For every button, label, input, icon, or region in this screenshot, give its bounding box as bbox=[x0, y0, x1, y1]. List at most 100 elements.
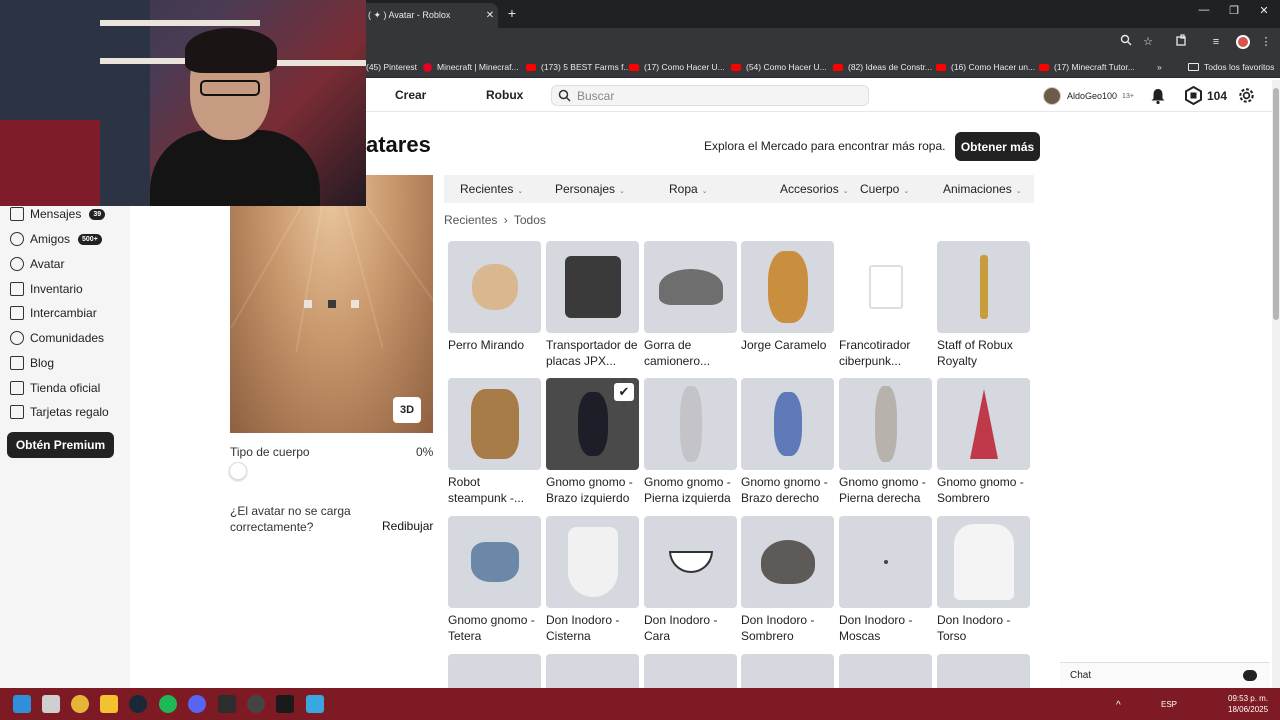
tab-accessories[interactable]: Accesorios ⌄ bbox=[780, 182, 849, 196]
sidebar-item-avatar[interactable]: Avatar bbox=[10, 255, 64, 273]
chat-toggle-icon[interactable] bbox=[1243, 670, 1257, 681]
item-tile[interactable]: Gnomo gnomo - Pierna izquierda bbox=[644, 378, 737, 506]
tab-label: Ropa bbox=[669, 182, 698, 196]
tab-body[interactable]: Cuerpo ⌄ bbox=[860, 182, 909, 196]
obs-icon[interactable] bbox=[247, 695, 265, 713]
avatar-preview-viewport[interactable]: 3D bbox=[230, 175, 433, 433]
sidebar-item-trade[interactable]: Intercambiar bbox=[10, 304, 97, 322]
item-tile[interactable] bbox=[741, 654, 834, 688]
bookmark-star-icon[interactable]: ☆ bbox=[1140, 34, 1156, 50]
all-bookmarks[interactable]: Todos los favoritos bbox=[1188, 60, 1274, 74]
sidebar-item-blog[interactable]: Blog bbox=[10, 354, 54, 372]
settings-gear-icon[interactable] bbox=[1237, 86, 1256, 105]
chrome-icon[interactable] bbox=[71, 695, 89, 713]
profile-avatar-icon[interactable] bbox=[1236, 35, 1250, 49]
toggle-3d-button[interactable]: 3D bbox=[393, 397, 421, 423]
youtube-icon bbox=[731, 63, 741, 71]
discord-icon[interactable] bbox=[188, 695, 206, 713]
get-more-button[interactable]: Obtener más bbox=[955, 132, 1040, 161]
page-scrollbar[interactable] bbox=[1272, 80, 1280, 688]
item-tile[interactable] bbox=[644, 654, 737, 688]
redraw-button[interactable]: Redibujar bbox=[382, 519, 433, 533]
bookmark-item[interactable]: (173) 5 BEST Farms f... bbox=[526, 60, 631, 74]
task-view-icon[interactable] bbox=[42, 695, 60, 713]
item-tile[interactable]: Francotirador ciberpunk... bbox=[839, 241, 932, 369]
item-tile[interactable]: Gnomo gnomo - Pierna derecha bbox=[839, 378, 932, 506]
item-tile[interactable]: Gnomo gnomo - Sombrero bbox=[937, 378, 1030, 506]
nav-create[interactable]: Crear bbox=[395, 88, 426, 102]
browser-menu-icon[interactable]: ⋮ bbox=[1258, 34, 1274, 50]
bookmarks-more-button[interactable]: » bbox=[1157, 60, 1162, 74]
user-profile-chip[interactable]: AldoGeo100 13+ bbox=[1043, 86, 1134, 106]
body-type-percent: 0% bbox=[416, 445, 434, 459]
item-tile[interactable]: Transportador de placas JPX... bbox=[546, 241, 639, 369]
windows-start-icon[interactable] bbox=[13, 695, 31, 713]
item-tile[interactable]: Gnomo gnomo - Brazo derecho bbox=[741, 378, 834, 506]
get-premium-button[interactable]: Obtén Premium bbox=[7, 432, 114, 458]
tray-chevron-icon[interactable]: ^ bbox=[1116, 700, 1121, 711]
body-type-slider[interactable] bbox=[229, 462, 247, 480]
epic-games-icon[interactable] bbox=[276, 695, 294, 713]
bookmark-item[interactable]: (45) Pinterest bbox=[366, 60, 417, 74]
bookmark-item[interactable]: (17) Como Hacer U... bbox=[629, 60, 725, 74]
restore-button[interactable]: ❐ bbox=[1224, 4, 1244, 17]
tab-animations[interactable]: Animaciones ⌄ bbox=[943, 182, 1022, 196]
tab-clothing[interactable]: Ropa ⌄ bbox=[669, 182, 708, 196]
bookmark-item[interactable]: (54) Como Hacer U... bbox=[731, 60, 827, 74]
item-tile[interactable]: Gorra de camionero... bbox=[644, 241, 737, 369]
tab-characters[interactable]: Personajes ⌄ bbox=[555, 182, 625, 196]
bookmark-item[interactable]: (82) Ideas de Constr... bbox=[833, 60, 932, 74]
item-tile[interactable] bbox=[937, 654, 1030, 688]
item-tile[interactable]: Don Inodoro - Cara bbox=[644, 516, 737, 644]
item-tile[interactable]: Staff of Robux Royalty bbox=[937, 241, 1030, 369]
reading-list-icon[interactable]: ≡ bbox=[1208, 34, 1224, 50]
item-tile[interactable]: Robot steampunk -... bbox=[448, 378, 541, 506]
close-window-button[interactable]: ✕ bbox=[1254, 4, 1274, 17]
bookmark-item[interactable]: Minecraft | Minecraf... bbox=[423, 60, 519, 74]
breadcrumb-parent[interactable]: Recientes bbox=[444, 213, 497, 227]
clock-time[interactable]: 09:53 p. m. bbox=[1228, 694, 1268, 703]
clock-date[interactable]: 18/06/2025 bbox=[1228, 705, 1268, 714]
nav-robux[interactable]: Robux bbox=[486, 88, 523, 102]
item-tile[interactable] bbox=[448, 654, 541, 688]
tab-recent[interactable]: Recientes ⌄ bbox=[460, 182, 523, 196]
sidebar-item-friends[interactable]: Amigos 500+ bbox=[10, 230, 102, 248]
spotify-icon[interactable] bbox=[159, 695, 177, 713]
robux-balance[interactable]: 104 bbox=[1184, 86, 1227, 105]
steam-icon[interactable] bbox=[129, 695, 147, 713]
item-tile[interactable] bbox=[546, 654, 639, 688]
zoom-icon[interactable] bbox=[1118, 34, 1134, 50]
photos-icon[interactable] bbox=[306, 695, 324, 713]
bookmark-item[interactable]: (16) Como Hacer un... bbox=[936, 60, 1035, 74]
item-tile[interactable]: Jorge Caramelo bbox=[741, 241, 834, 353]
item-tile[interactable]: Don Inodoro - Torso bbox=[937, 516, 1030, 644]
item-tile[interactable]: Don Inodoro - Moscas bbox=[839, 516, 932, 644]
chat-bar[interactable]: Chat bbox=[1060, 662, 1270, 688]
sidebar-item-messages[interactable]: Mensajes 39 bbox=[10, 205, 106, 223]
tab-close-icon[interactable]: ✕ bbox=[482, 10, 498, 21]
item-tile[interactable]: Perro Mirando bbox=[448, 241, 541, 353]
item-tile[interactable]: Don Inodoro - Cisterna bbox=[546, 516, 639, 644]
bookmark-item[interactable]: (17) Minecraft Tutor... bbox=[1039, 60, 1135, 74]
minimize-button[interactable]: — bbox=[1194, 4, 1214, 16]
scrollbar-thumb[interactable] bbox=[1273, 88, 1279, 320]
sidebar-item-inventory[interactable]: Inventario bbox=[10, 280, 83, 298]
new-tab-button[interactable]: + bbox=[504, 5, 520, 21]
item-thumbnail bbox=[448, 516, 541, 608]
search-input[interactable] bbox=[577, 88, 847, 103]
sidebar-item-gift-cards[interactable]: Tarjetas regalo bbox=[10, 403, 109, 421]
sidebar-item-groups[interactable]: Comunidades bbox=[10, 329, 104, 347]
item-tile[interactable]: ✔ Gnomo gnomo - Brazo izquierdo bbox=[546, 378, 639, 506]
extensions-icon[interactable] bbox=[1174, 34, 1190, 50]
item-tile[interactable]: Don Inodoro - Sombrero bbox=[741, 516, 834, 644]
language-indicator[interactable]: ESP bbox=[1161, 700, 1177, 709]
dog-head-icon bbox=[471, 264, 518, 310]
item-tile[interactable] bbox=[839, 654, 932, 688]
file-explorer-icon[interactable] bbox=[100, 695, 118, 713]
terminal-icon[interactable] bbox=[218, 695, 236, 713]
notifications-bell-icon[interactable] bbox=[1149, 87, 1167, 105]
sidebar-item-shop[interactable]: Tienda oficial bbox=[10, 379, 100, 397]
tab-title: ( ✦ ) Avatar - Roblox bbox=[368, 10, 451, 20]
browser-tab-active[interactable]: ( ✦ ) Avatar - Roblox ✕ bbox=[360, 3, 498, 28]
item-tile[interactable]: Gnomo gnomo - Tetera bbox=[448, 516, 541, 644]
